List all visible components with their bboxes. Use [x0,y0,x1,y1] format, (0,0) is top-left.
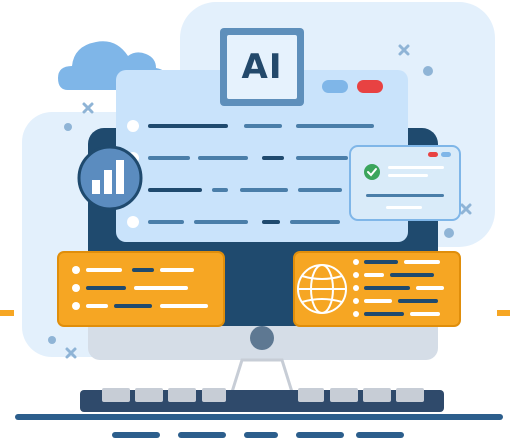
orange-card-right [293,251,461,327]
desk-line [15,414,503,420]
check-card [349,145,461,221]
window-control-blue [322,80,348,93]
decor-dot [423,66,433,76]
ai-badge-text: AI [241,47,283,87]
check-icon [364,164,380,180]
bar-chart-icon [77,145,143,211]
decor-dot [444,228,454,238]
orange-card-left [57,251,225,327]
ai-computer-illustration: AI [0,0,510,446]
side-dash-right [497,310,510,316]
side-dash-left [0,310,14,316]
window-control-red [357,80,383,93]
power-button-icon [250,326,274,350]
desk-dashes [112,432,404,438]
decor-dot [48,336,56,344]
decor-dot [64,123,72,131]
